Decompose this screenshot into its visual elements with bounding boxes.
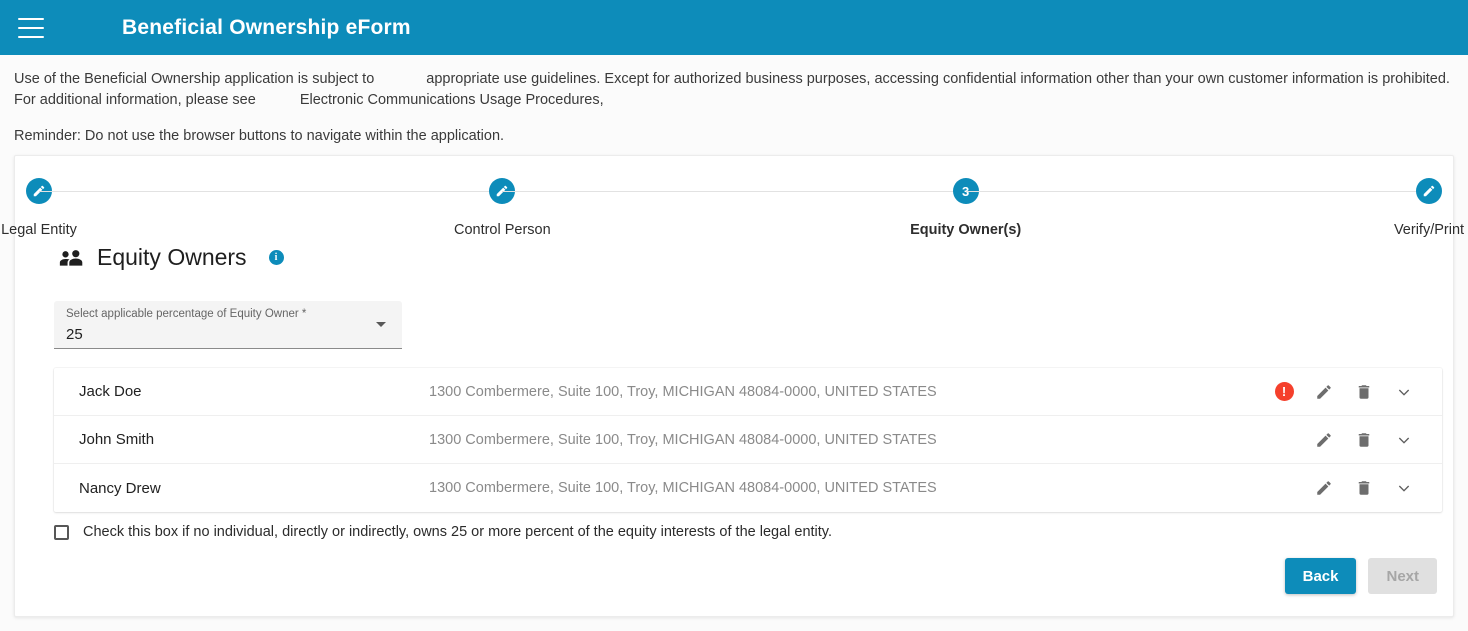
- step-label-verify-print: Verify/Print: [1393, 222, 1465, 238]
- back-button[interactable]: Back: [1284, 558, 1357, 594]
- reminder-text: Reminder: Do not use the browser buttons…: [14, 128, 505, 144]
- disclaimer-text-3: Electronic Communications Usage Procedur…: [299, 92, 604, 108]
- table-row[interactable]: John Smith 1300 Combermere, Suite 100, T…: [54, 416, 1442, 464]
- pencil-icon: [1317, 384, 1331, 399]
- next-button: Next: [1368, 558, 1437, 594]
- row-actions: !: [1264, 382, 1424, 401]
- step-marker-verify-print[interactable]: [1415, 178, 1442, 204]
- info-icon[interactable]: i: [268, 250, 284, 265]
- chevron-down-icon: [1398, 389, 1410, 396]
- chevron-down-icon: [1398, 485, 1410, 492]
- owner-name: Jack Doe: [79, 383, 142, 400]
- stepper-connector-1: [39, 191, 503, 192]
- disclaimer-block: Use of the Beneficial Ownership applicat…: [0, 55, 1468, 147]
- no-equity-owner-checkbox-label: Check this box if no individual, directl…: [83, 524, 833, 540]
- delete-owner-button[interactable]: [1344, 431, 1384, 449]
- owner-address: 1300 Combermere, Suite 100, Troy, MICHIG…: [429, 383, 937, 400]
- expand-owner-button[interactable]: [1384, 432, 1424, 448]
- hamburger-menu-icon[interactable]: [18, 17, 44, 38]
- step-label-control-person: Control Person: [453, 222, 551, 238]
- people-group-icon: [59, 249, 83, 266]
- delete-owner-button[interactable]: [1344, 383, 1384, 401]
- stepper-steps: Legal Entity Control Person 3 Equity Own…: [1, 178, 1464, 238]
- owner-address: 1300 Combermere, Suite 100, Troy, MICHIG…: [429, 431, 937, 448]
- edit-owner-button[interactable]: [1304, 479, 1344, 497]
- section-title: Equity Owners: [97, 244, 247, 270]
- stepper-connector-3: [965, 191, 1429, 192]
- equity-percentage-select[interactable]: Select applicable percentage of Equity O…: [54, 301, 402, 349]
- pencil-icon: [1423, 185, 1435, 197]
- page-title: Beneficial Ownership eForm: [122, 15, 411, 39]
- owner-name: John Smith: [79, 431, 155, 448]
- trash-icon: [1358, 432, 1370, 447]
- stepper-connector-2: [502, 191, 966, 192]
- step-label-legal-entity: Legal Entity: [1, 222, 77, 238]
- pencil-icon: [1317, 432, 1331, 447]
- app-header: Beneficial Ownership eForm: [0, 0, 1468, 55]
- row-actions: [1264, 479, 1424, 497]
- owner-name: Nancy Drew: [79, 479, 161, 497]
- section-header: Equity Owners i: [15, 244, 1453, 271]
- chevron-down-icon[interactable]: [376, 322, 386, 327]
- no-equity-owner-checkbox-row: Check this box if no individual, directl…: [54, 524, 832, 540]
- form-footer: Back Next: [1284, 558, 1437, 594]
- expand-owner-button[interactable]: [1384, 480, 1424, 496]
- table-row[interactable]: Jack Doe 1300 Combermere, Suite 100, Tro…: [54, 368, 1442, 416]
- owner-address: 1300 Combermere, Suite 100, Troy, MICHIG…: [429, 480, 937, 496]
- disclaimer-paragraph: Use of the Beneficial Ownership applicat…: [14, 69, 1454, 111]
- form-card: Legal Entity Control Person 3 Equity Own…: [1, 155, 1464, 617]
- edit-owner-button[interactable]: [1304, 431, 1344, 449]
- status-badge-error[interactable]: !: [1274, 382, 1294, 401]
- stepper: Legal Entity Control Person 3 Equity Own…: [1, 156, 1464, 238]
- trash-icon: [1358, 481, 1370, 495]
- disclaimer-text-1: Use of the Beneficial Ownership applicat…: [14, 71, 375, 87]
- chevron-down-icon: [1398, 437, 1410, 444]
- trash-icon: [1358, 384, 1370, 399]
- expand-owner-button[interactable]: [1384, 384, 1424, 400]
- delete-owner-button[interactable]: [1344, 479, 1384, 497]
- equity-percentage-select-label: Select applicable percentage of Equity O…: [66, 308, 307, 320]
- row-actions: [1264, 431, 1424, 449]
- table-row[interactable]: Nancy Drew 1300 Combermere, Suite 100, T…: [54, 464, 1442, 512]
- app-page: Beneficial Ownership eForm Use of the Be…: [0, 0, 1468, 631]
- step-label-equity-owners: Equity Owner(s): [910, 222, 1022, 238]
- edit-owner-button[interactable]: [1304, 383, 1344, 401]
- equity-percentage-select-value: 25: [66, 326, 83, 343]
- no-equity-owner-checkbox[interactable]: [54, 524, 69, 540]
- equity-owners-list: Jack Doe 1300 Combermere, Suite 100, Tro…: [54, 368, 1442, 512]
- pencil-icon: [1317, 481, 1331, 495]
- error-badge-container: !: [1264, 382, 1304, 401]
